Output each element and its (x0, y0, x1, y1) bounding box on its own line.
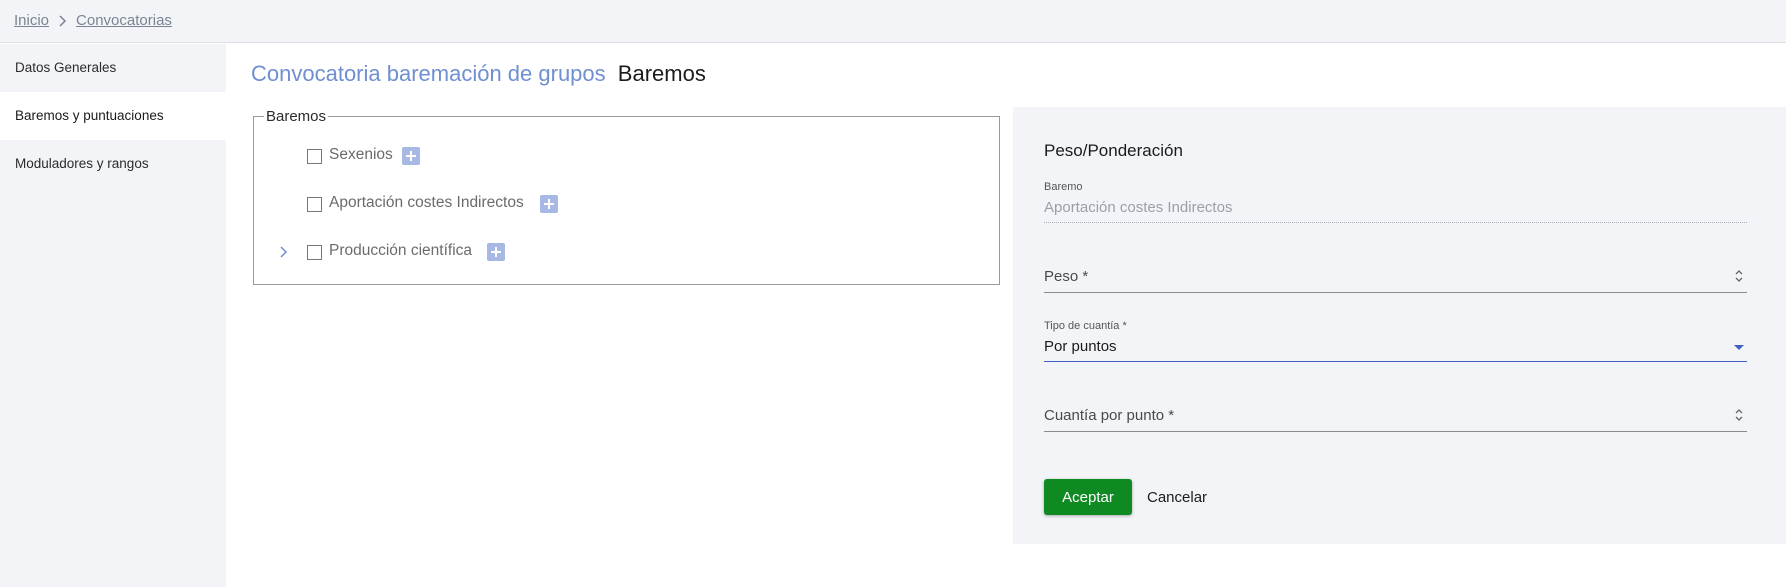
sidebar-item-label: Moduladores y rangos (15, 156, 149, 171)
sidebar-item-label: Datos Generales (15, 60, 117, 75)
cuantia-punto-field[interactable]: Cuantía por punto * (1044, 407, 1174, 424)
page-title: Convocatoria baremación de grupos Baremo… (251, 61, 706, 87)
page-title-section: Baremos (617, 61, 706, 86)
breadcrumb-home-link[interactable]: Inicio (14, 12, 49, 29)
cancel-button[interactable]: Cancelar (1147, 479, 1227, 515)
chevron-right-icon[interactable] (278, 245, 288, 259)
tree-item-label: Aportación costes Indirectos (329, 194, 524, 211)
baremo-underline (1044, 222, 1747, 223)
baremo-label: Baremo (1044, 181, 1083, 193)
peso-underline (1044, 292, 1747, 293)
sidebar-item-label: Baremos y puntuaciones (15, 108, 164, 123)
baremo-value: Aportación costes Indirectos (1044, 199, 1233, 216)
top-bar: Inicio Convocatorias (0, 0, 1786, 43)
tree-item-label: Sexenios (329, 146, 393, 163)
chevron-right-icon (59, 14, 67, 27)
checkbox-produccion[interactable] (307, 245, 322, 260)
baremos-tree: Baremos Sexenios Aportación costes Indir… (253, 108, 1000, 285)
dropdown-arrow-icon[interactable] (1734, 345, 1744, 350)
add-icon[interactable] (487, 243, 505, 261)
add-icon[interactable] (402, 147, 420, 165)
peso-ponderacion-panel: Peso/Ponderación Baremo Aportación coste… (1013, 107, 1786, 544)
spinner-icon[interactable] (1733, 406, 1745, 424)
accept-button[interactable]: Aceptar (1044, 479, 1132, 515)
tipo-cuantia-select[interactable]: Por puntos (1044, 338, 1117, 355)
add-icon[interactable] (540, 195, 558, 213)
panel-title: Peso/Ponderación (1044, 141, 1183, 160)
tipo-cuantia-label: Tipo de cuantía * (1044, 320, 1127, 332)
tree-item-label: Producción científica (329, 242, 473, 259)
checkbox-aportacion[interactable] (307, 197, 322, 212)
page-title-main: Convocatoria baremación de grupos (251, 61, 606, 86)
tipo-cuantia-underline (1044, 361, 1747, 362)
sidebar-item-datos-generales[interactable]: Datos Generales (0, 44, 226, 92)
sidebar-item-baremos[interactable]: Baremos y puntuaciones (0, 92, 226, 140)
baremos-legend: Baremos (264, 108, 329, 126)
breadcrumb: Inicio Convocatorias (14, 12, 172, 29)
checkbox-sexenios[interactable] (307, 149, 322, 164)
sidebar-item-moduladores[interactable]: Moduladores y rangos (0, 140, 226, 188)
breadcrumb-convocatorias-link[interactable]: Convocatorias (76, 12, 172, 29)
spinner-icon[interactable] (1733, 267, 1745, 285)
cuantia-underline (1044, 431, 1747, 432)
sidebar: Datos Generales Baremos y puntuaciones M… (0, 44, 226, 587)
peso-field[interactable]: Peso * (1044, 268, 1088, 285)
